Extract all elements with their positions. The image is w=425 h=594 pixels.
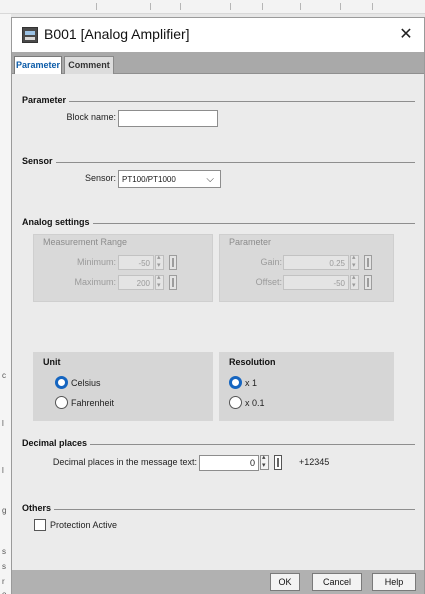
host-letter: l [2,466,4,475]
help-button[interactable]: Help [372,573,416,591]
logo-module-icon [22,27,38,43]
decimal-places-input[interactable]: 0 [199,455,259,471]
offset-connector-icon[interactable] [364,275,372,290]
section-title-parameter: Parameter [22,95,70,105]
parameter-tab-content: Parameter Block name: Sensor Sensor: PT1… [12,74,424,570]
cancel-button[interactable]: Cancel [312,573,362,591]
host-letter: l [2,419,4,428]
gain-label: Gain: [260,257,282,267]
unit-celsius-radio[interactable] [55,376,68,389]
protection-active-label[interactable]: Protection Active [50,520,117,530]
offset-input[interactable]: -50 [283,275,349,290]
resolution-x01-label[interactable]: x 0.1 [245,398,265,408]
sensor-label: Sensor: [84,173,116,183]
dialog-button-bar [12,570,424,594]
dialog-titlebar[interactable]: B001 [Analog Amplifier] ✕ [12,18,424,52]
maximum-label: Maximum: [74,277,116,287]
host-letter: s [2,547,6,556]
minimum-spinner[interactable] [155,253,164,270]
chevron-down-icon: ⌵ [206,174,214,185]
protection-active-checkbox[interactable] [34,519,46,531]
unit-fahrenheit-radio[interactable] [55,396,68,409]
measurement-range-title: Measurement Range [43,237,128,247]
host-letter: s [2,562,6,571]
section-title-analog-settings: Analog settings [22,217,93,227]
section-title-decimal-places: Decimal places [22,438,91,448]
maximum-connector-icon[interactable] [169,275,177,290]
host-letter: r [2,577,5,586]
block-name-label: Block name: [66,112,116,122]
tab-comment[interactable]: Comment [64,56,114,74]
resolution-title: Resolution [229,357,276,367]
resolution-x1-label[interactable]: x 1 [245,378,257,388]
offset-spinner[interactable] [350,273,359,290]
gain-connector-icon[interactable] [364,255,372,270]
resolution-x1-radio[interactable] [229,376,242,389]
decimal-places-connector-icon[interactable] [274,455,282,470]
gain-spinner[interactable] [350,253,359,270]
gain-input[interactable]: 0.25 [283,255,349,270]
close-icon[interactable]: ✕ [394,24,418,46]
minimum-connector-icon[interactable] [169,255,177,270]
section-divider [22,509,415,510]
host-letter: o [2,590,6,594]
decimal-preview-text: +12345 [299,457,330,467]
section-title-others: Others [22,503,55,513]
decimal-places-spinner[interactable] [260,453,269,470]
section-divider [22,101,415,102]
offset-label: Offset: [255,277,282,287]
unit-title: Unit [43,357,61,367]
section-title-sensor: Sensor [22,156,56,166]
analog-amplifier-dialog: B001 [Analog Amplifier] ✕ Parameter Comm… [11,17,425,594]
maximum-input[interactable]: 200 [118,275,154,290]
dialog-title: B001 [Analog Amplifier] [44,26,190,42]
unit-fahrenheit-label[interactable]: Fahrenheit [71,398,114,408]
resolution-x01-radio[interactable] [229,396,242,409]
host-toolbar-strip [0,0,425,14]
sensor-dropdown[interactable]: PT100/PT1000 ⌵ [118,170,221,188]
ok-button[interactable]: OK [270,573,300,591]
host-letter: g [2,506,7,515]
parameter-group-title: Parameter [229,237,272,247]
host-letter: c [2,371,6,380]
decimal-places-label: Decimal places in the message text: [52,457,197,467]
unit-celsius-label[interactable]: Celsius [71,378,101,388]
host-left-edge: c l l g s s r o [0,14,11,594]
sensor-selected-value: PT100/PT1000 [122,175,176,184]
minimum-input[interactable]: -50 [118,255,154,270]
minimum-label: Minimum: [76,257,116,267]
maximum-spinner[interactable] [155,273,164,290]
block-name-input[interactable] [118,110,218,127]
tab-parameter[interactable]: Parameter [14,56,62,74]
section-divider [22,162,415,163]
